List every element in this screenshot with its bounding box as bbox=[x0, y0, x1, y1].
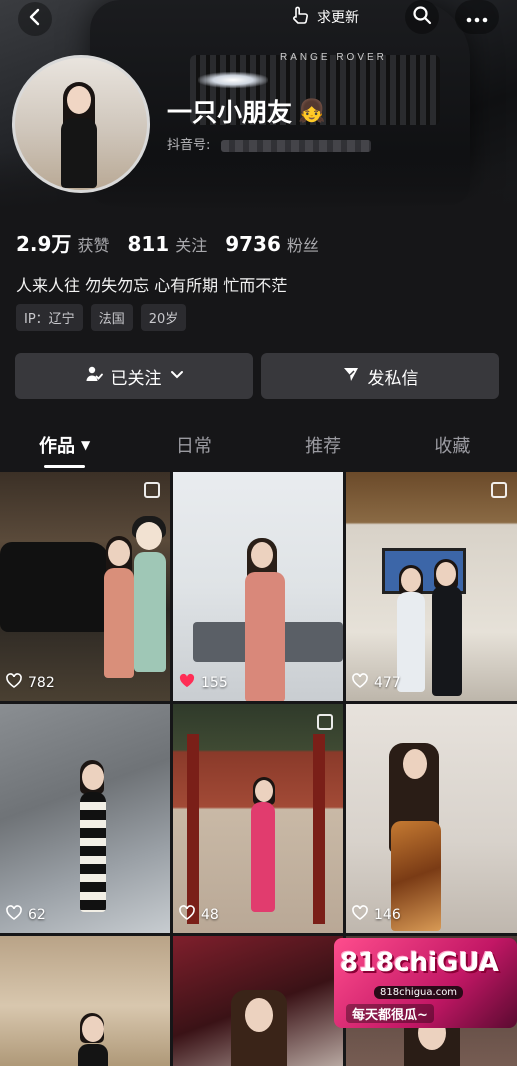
profile-stats: 2.9万 获赞 811 关注 9736 粉丝 bbox=[16, 228, 319, 257]
tag-ip-location: IP：辽宁 bbox=[16, 304, 83, 331]
message-button[interactable]: 发私信 bbox=[261, 353, 499, 399]
content-tabs: 作品 ▼ 日常 推荐 收藏 bbox=[0, 420, 517, 470]
post-thumbnail[interactable]: 155 bbox=[173, 472, 343, 701]
stat-number: 9736 bbox=[225, 232, 281, 256]
girl-emoji-icon: 👧 bbox=[298, 98, 326, 124]
tab-recommend[interactable]: 推荐 bbox=[259, 420, 388, 470]
chevron-down-icon bbox=[170, 366, 184, 386]
tab-label: 日常 bbox=[175, 436, 212, 457]
stat-number: 2.9万 bbox=[16, 232, 72, 256]
likes-count: 782 bbox=[28, 675, 55, 691]
user-check-icon bbox=[85, 365, 103, 388]
pillar-shape bbox=[313, 734, 325, 924]
tab-daily[interactable]: 日常 bbox=[129, 420, 258, 470]
likes-count: 62 bbox=[28, 907, 46, 923]
pillar-shape bbox=[187, 734, 199, 924]
heart-outline-icon bbox=[352, 673, 368, 693]
post-thumbnail[interactable]: 782 bbox=[0, 472, 170, 701]
more-dots-icon bbox=[466, 7, 488, 28]
followed-label: 已关注 bbox=[110, 368, 162, 389]
post-likes: 782 bbox=[6, 673, 55, 693]
ad-tagline: 每天都很瓜~ bbox=[346, 1004, 434, 1023]
profile-bio: 人来人往 勿失勿忘 心有所期 忙而不茫 bbox=[16, 276, 288, 295]
post-likes: 146 bbox=[352, 905, 401, 925]
hand-point-icon bbox=[289, 4, 311, 30]
post-thumbnail[interactable]: 146 bbox=[346, 704, 517, 933]
search-icon bbox=[412, 5, 432, 30]
car-shape bbox=[0, 542, 110, 632]
heart-outline-icon bbox=[6, 905, 22, 925]
stat-followers[interactable]: 9736 粉丝 bbox=[225, 232, 319, 256]
post-likes: 155 bbox=[179, 673, 228, 693]
back-button[interactable] bbox=[18, 2, 52, 36]
ad-banner[interactable]: 818chiGUA 818chigua.com 每天都很瓜~ bbox=[334, 938, 517, 1028]
likes-count: 48 bbox=[201, 907, 219, 923]
followed-button[interactable]: 已关注 bbox=[15, 353, 253, 399]
request-update-button[interactable]: 求更新 bbox=[283, 2, 371, 32]
heart-outline-icon bbox=[352, 905, 368, 925]
post-thumbnail[interactable]: 62 bbox=[0, 704, 170, 933]
more-button[interactable] bbox=[455, 0, 499, 34]
top-bar: 求更新 bbox=[0, 0, 517, 36]
tab-works[interactable]: 作品 ▼ bbox=[0, 420, 129, 470]
tab-label: 收藏 bbox=[434, 436, 471, 457]
douyin-id: 抖音号: bbox=[167, 134, 371, 153]
profile-actions: 已关注 发私信 bbox=[15, 353, 499, 399]
message-label: 发私信 bbox=[367, 368, 419, 389]
tab-favorites[interactable]: 收藏 bbox=[388, 420, 517, 470]
profile-nickname: 一只小朋友 👧 bbox=[167, 93, 325, 129]
post-likes: 477 bbox=[352, 673, 401, 693]
profile-tags: IP：辽宁 法国 20岁 bbox=[16, 304, 187, 331]
avatar[interactable] bbox=[12, 55, 150, 193]
stat-label: 粉丝 bbox=[286, 236, 319, 255]
stat-label: 获赞 bbox=[77, 236, 110, 255]
chevron-left-icon bbox=[26, 8, 44, 31]
caret-down-icon: ▼ bbox=[81, 438, 91, 452]
post-thumbnail[interactable]: 477 bbox=[346, 472, 517, 701]
ad-domain: 818chigua.com bbox=[374, 986, 464, 999]
avatar-person-figure bbox=[59, 82, 99, 188]
tab-label: 推荐 bbox=[305, 436, 342, 457]
likes-count: 477 bbox=[374, 675, 401, 691]
search-button[interactable] bbox=[405, 0, 439, 34]
request-update-label: 求更新 bbox=[317, 10, 359, 26]
likes-count: 146 bbox=[374, 907, 401, 923]
post-thumbnail[interactable]: 48 bbox=[173, 704, 343, 933]
send-icon bbox=[342, 365, 360, 388]
pinned-icon bbox=[317, 714, 333, 730]
stat-label: 关注 bbox=[175, 236, 208, 255]
heart-filled-icon bbox=[179, 673, 195, 693]
tab-label: 作品 bbox=[39, 436, 75, 457]
ad-logo: 818chiGUA bbox=[340, 948, 499, 978]
heart-outline-icon bbox=[179, 905, 195, 925]
pinned-icon bbox=[144, 482, 160, 498]
heart-outline-icon bbox=[6, 673, 22, 693]
pinned-icon bbox=[491, 482, 507, 498]
post-thumbnail[interactable] bbox=[0, 936, 170, 1066]
car-badge-text: RANGE ROVER bbox=[280, 52, 387, 63]
car-headlight bbox=[198, 72, 268, 88]
douyin-id-redacted bbox=[220, 139, 371, 152]
tag-age: 20岁 bbox=[140, 304, 187, 331]
stat-number: 811 bbox=[127, 232, 170, 256]
likes-count: 155 bbox=[201, 675, 228, 691]
post-likes: 62 bbox=[6, 905, 46, 925]
post-likes: 48 bbox=[179, 905, 219, 925]
douyin-id-label: 抖音号: bbox=[167, 138, 211, 153]
stat-following[interactable]: 811 关注 bbox=[127, 232, 207, 256]
post-thumbnail[interactable] bbox=[173, 936, 343, 1066]
tag-country: 法国 bbox=[90, 304, 133, 331]
nickname-text: 一只小朋友 bbox=[167, 98, 293, 127]
stat-likes[interactable]: 2.9万 获赞 bbox=[16, 228, 109, 257]
